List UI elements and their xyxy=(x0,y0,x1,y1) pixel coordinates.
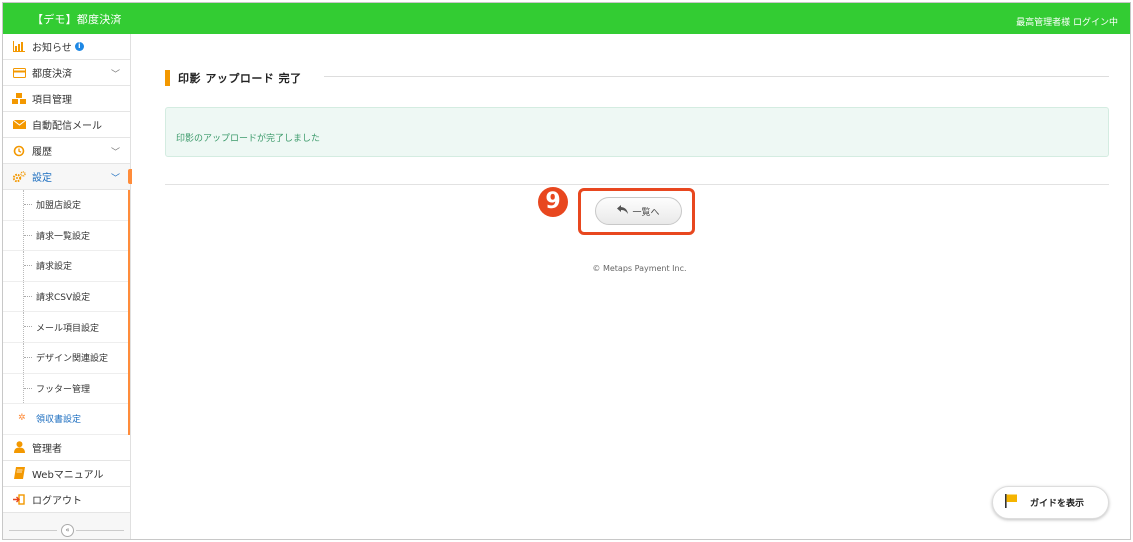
page-title: 印影 アップロード 完了 xyxy=(165,70,302,86)
credit-card-icon xyxy=(12,66,26,80)
title-accent-bar xyxy=(165,70,170,86)
user-icon xyxy=(12,440,26,454)
tree-branch xyxy=(24,234,32,236)
gear-icon: ✲ xyxy=(18,413,26,424)
sidebar-item-settings[interactable]: 設定 ﹀ xyxy=(3,164,132,190)
info-badge-icon: i xyxy=(74,42,84,51)
submenu-item-label: 請求設定 xyxy=(36,262,73,273)
sidebar-item-label: 自動配信メール xyxy=(32,121,102,132)
sidebar-item-label: ログアウト xyxy=(32,495,82,507)
chevron-down-icon: ﹀ xyxy=(110,148,120,158)
sidebar-item-label: 項目管理 xyxy=(32,95,72,106)
copyright: © Metaps Payment Inc. xyxy=(592,264,687,273)
sidebar-item-fields[interactable]: 項目管理 xyxy=(3,86,130,112)
chevron-down-icon: ﹀ xyxy=(110,70,120,80)
submenu-item-receipt[interactable]: ✲ 領収書設定 xyxy=(3,404,128,435)
sidebar-item-payment[interactable]: 都度決済 ﹀ xyxy=(3,60,130,86)
guide-button-label: ガイドを表示 xyxy=(1030,499,1085,509)
sidebar-item-manual[interactable]: Webマニュアル xyxy=(3,460,130,487)
notice-message: 印影のアップロードが完了しました xyxy=(176,134,321,144)
sidebar-item-label: 都度決済 xyxy=(32,69,72,80)
envelope-icon xyxy=(12,118,26,132)
step-number-badge: 9 xyxy=(538,187,568,217)
sign-out-icon xyxy=(12,492,26,506)
tree-branch xyxy=(24,387,32,389)
tree-branch xyxy=(24,295,32,297)
sidebar-item-label: Webマニュアル xyxy=(32,469,104,481)
divider xyxy=(9,530,57,531)
submenu-item-invoice-list[interactable]: 請求一覧設定 xyxy=(3,220,128,252)
submenu-item-invoice-csv[interactable]: 請求CSV設定 xyxy=(3,281,128,313)
submenu-item-design[interactable]: デザイン関連設定 xyxy=(3,342,128,374)
back-button-label: 一覧へ xyxy=(632,207,660,218)
sidebar-item-logout[interactable]: ログアウト xyxy=(3,486,130,513)
sidebar-item-history[interactable]: 履歴 ﹀ xyxy=(3,138,130,164)
collapse-sidebar-button[interactable]: « xyxy=(61,524,74,537)
submenu-item-label: フッター管理 xyxy=(36,384,91,395)
book-icon xyxy=(12,466,26,480)
page-title-text: 印影 アップロード 完了 xyxy=(178,72,302,85)
sidebar: お知らせ i 都度決済 ﹀ 項目管理 自動配信メール 履歴 ﹀ 設定 ﹀ 加盟店… xyxy=(3,34,132,539)
sidebar-collapse-row: « xyxy=(3,521,130,539)
history-icon xyxy=(12,144,26,158)
back-to-list-button[interactable]: 一覧へ xyxy=(595,197,682,225)
sidebar-item-admin[interactable]: 管理者 xyxy=(3,434,130,461)
cubes-icon xyxy=(12,92,26,106)
submenu-item-mail-fields[interactable]: メール項目設定 xyxy=(3,312,128,343)
divider xyxy=(324,76,1109,77)
submenu-item-invoice[interactable]: 請求設定 xyxy=(3,251,128,282)
submenu-item-footer[interactable]: フッター管理 xyxy=(3,373,128,405)
sidebar-item-label: 設定 xyxy=(32,173,52,184)
app-title[interactable]: 【デモ】都度決済 xyxy=(32,11,122,27)
submenu-item-merchant[interactable]: 加盟店設定 xyxy=(3,190,128,221)
gears-icon xyxy=(12,170,26,184)
main-content: 印影 アップロード 完了 印影のアップロードが完了しました 9 一覧へ © Me… xyxy=(131,34,1130,539)
divider xyxy=(76,530,124,531)
submenu-item-label: 請求CSV設定 xyxy=(36,293,91,304)
submenu-item-label: デザイン関連設定 xyxy=(36,354,109,365)
settings-submenu: 加盟店設定 請求一覧設定 請求設定 請求CSV設定 メール項目設定 デザイン関連… xyxy=(3,190,130,435)
show-guide-button[interactable]: ガイドを表示 xyxy=(992,486,1109,519)
reply-icon xyxy=(617,205,629,217)
tree-branch xyxy=(24,204,32,205)
submenu-item-label: メール項目設定 xyxy=(36,323,100,334)
submenu-item-label: 加盟店設定 xyxy=(36,201,82,212)
sidebar-item-label: お知らせ xyxy=(32,43,72,54)
login-status: 最高管理者様 ログイン中 xyxy=(1016,18,1118,28)
tree-branch xyxy=(24,326,32,328)
flag-icon xyxy=(1005,494,1017,511)
bar-chart-icon xyxy=(12,40,26,54)
app-frame: 【デモ】都度決済 最高管理者様 ログイン中 お知らせ i 都度決済 ﹀ 項目管理 xyxy=(2,2,1131,540)
success-notice: 印影のアップロードが完了しました xyxy=(165,107,1109,157)
sidebar-item-auto-mail[interactable]: 自動配信メール xyxy=(3,112,130,138)
submenu-item-label: 請求一覧設定 xyxy=(36,231,91,242)
tree-branch xyxy=(24,265,32,267)
sidebar-item-label: 履歴 xyxy=(32,147,52,158)
sidebar-item-label: 管理者 xyxy=(32,443,62,455)
chevron-down-icon: ﹀ xyxy=(110,174,120,184)
top-bar: 【デモ】都度決済 最高管理者様 ログイン中 xyxy=(3,3,1130,34)
tree-branch xyxy=(24,356,32,358)
sidebar-item-news[interactable]: お知らせ i xyxy=(3,34,130,60)
submenu-item-label: 領収書設定 xyxy=(36,415,82,426)
divider xyxy=(165,184,1109,185)
